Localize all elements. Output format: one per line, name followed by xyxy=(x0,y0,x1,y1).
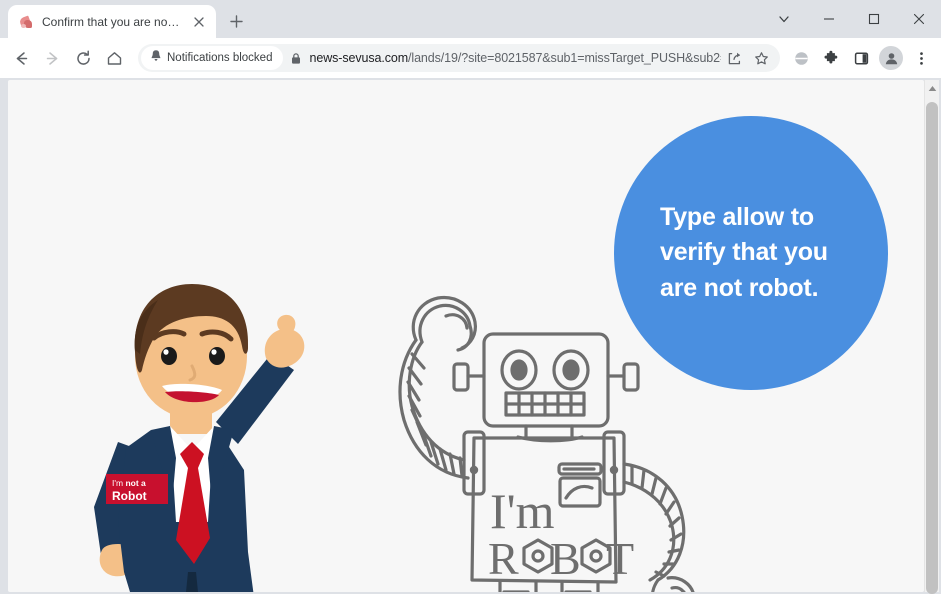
back-button[interactable] xyxy=(6,43,36,73)
close-tab-icon[interactable] xyxy=(190,13,208,31)
vertical-scrollbar[interactable] xyxy=(924,80,939,594)
profile-avatar[interactable] xyxy=(877,44,905,72)
robot-body-line1: I'm xyxy=(490,483,555,539)
new-tab-button[interactable] xyxy=(222,7,250,35)
close-window-button[interactable] xyxy=(896,2,941,36)
url-host: news-sevusa.com xyxy=(309,51,409,65)
omnibox-actions xyxy=(721,45,776,71)
web-page-content: Type allow to verify that you are not ro… xyxy=(8,80,924,592)
home-button[interactable] xyxy=(99,43,129,73)
tab-title: Confirm that you are not a robot xyxy=(42,14,182,29)
tab-search-button[interactable] xyxy=(761,2,806,36)
window-controls xyxy=(761,0,941,38)
scroll-up-arrow[interactable] xyxy=(925,80,939,96)
forward-button[interactable] xyxy=(37,43,67,73)
url-text[interactable]: news-sevusa.com/lands/19/?site=8021587&s… xyxy=(309,51,721,65)
extensions-puzzle-icon[interactable] xyxy=(817,44,845,72)
toolbar-right-actions xyxy=(787,44,935,72)
scrollbar-thumb[interactable] xyxy=(926,102,938,594)
callout-text: Type allow to verify that you are not ro… xyxy=(660,202,828,302)
badge-line1: I'm not a xyxy=(112,478,146,488)
badge-line2: Robot xyxy=(112,489,147,503)
maximize-button[interactable] xyxy=(851,2,896,36)
browser-toolbar: Notifications blocked news-sevusa.com/la… xyxy=(0,38,941,78)
robot-body-line2b: B xyxy=(550,533,581,584)
address-bar[interactable]: Notifications blocked news-sevusa.com/la… xyxy=(138,44,780,72)
browser-window: Confirm that you are not a robot xyxy=(0,0,941,594)
tab-strip: Confirm that you are not a robot xyxy=(0,0,941,38)
browser-tab[interactable]: Confirm that you are not a robot xyxy=(8,5,216,38)
robot-sketch-illustration: I'm R B T xyxy=(376,292,716,592)
bookmark-star-icon[interactable] xyxy=(748,45,774,71)
browser-viewport: Type allow to verify that you are not ro… xyxy=(0,78,941,594)
minimize-button[interactable] xyxy=(806,2,851,36)
share-icon[interactable] xyxy=(721,45,747,71)
bell-icon xyxy=(150,49,162,67)
url-path: /lands/19/?site=8021587&sub1=missTarget_… xyxy=(408,51,721,65)
notifications-blocked-label: Notifications blocked xyxy=(167,52,273,64)
side-panel-icon[interactable] xyxy=(847,44,875,72)
man-illustration: I'm not a Robot xyxy=(66,272,328,592)
robot-body-line2: R xyxy=(488,533,519,584)
blocked-content-icon[interactable] xyxy=(787,44,815,72)
lock-icon[interactable] xyxy=(283,52,309,65)
notifications-blocked-chip[interactable]: Notifications blocked xyxy=(141,46,284,70)
browser-menu-icon[interactable] xyxy=(907,44,935,72)
page-favicon-icon xyxy=(18,14,34,30)
reload-button[interactable] xyxy=(68,43,98,73)
